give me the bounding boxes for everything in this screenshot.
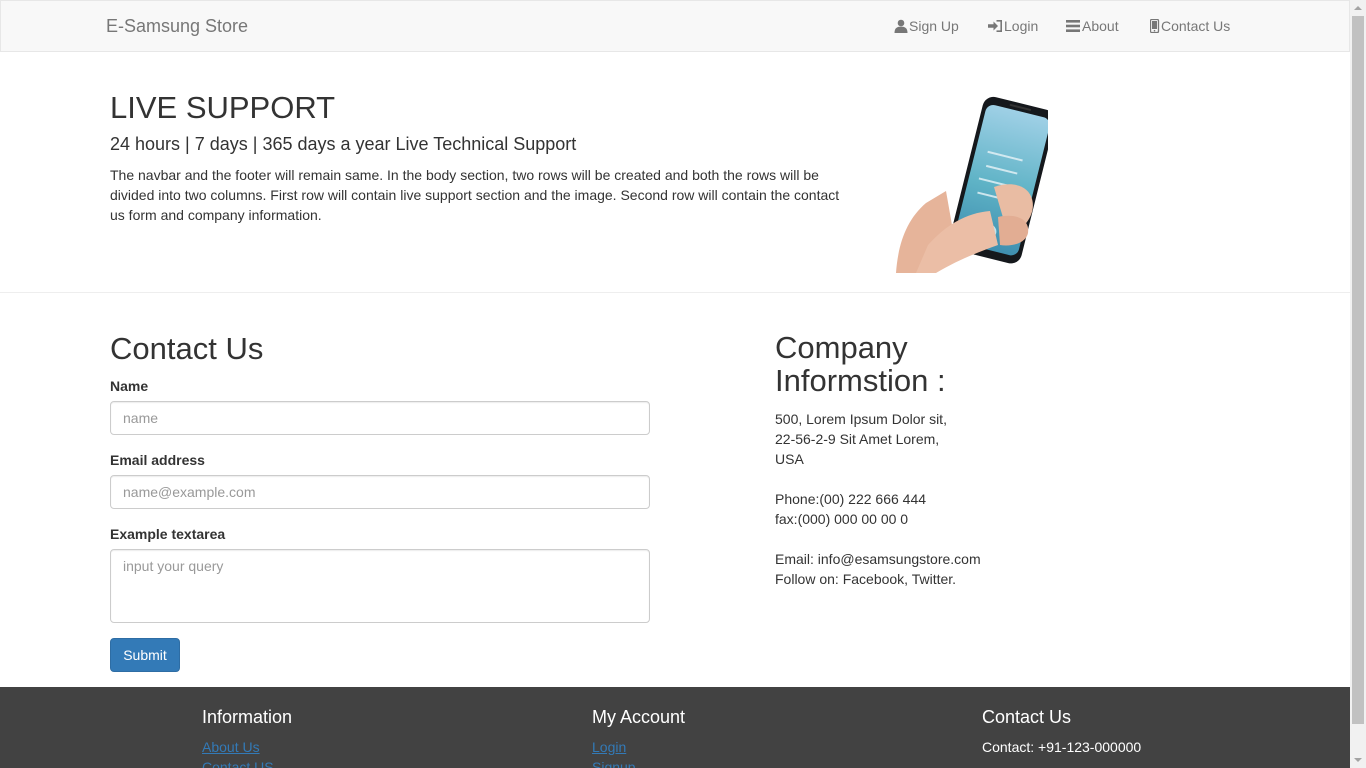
nav-about-label: About xyxy=(1082,18,1119,34)
company-address-line-2: 22-56-2-9 Sit Amet Lorem, xyxy=(775,431,940,447)
phone-in-hand-image xyxy=(896,96,1048,273)
company-address-line-3: USA xyxy=(775,451,804,467)
hero-description: The navbar and the footer will remain sa… xyxy=(110,167,840,223)
company-fax: fax:(000) 000 00 00 0 xyxy=(775,511,909,527)
query-textarea[interactable] xyxy=(110,549,650,623)
company-address-line-1: 500, Lorem Ipsum Dolor sit, xyxy=(775,411,947,427)
footer-link-contact-us[interactable]: Contact US xyxy=(202,759,274,768)
brand-link[interactable]: E-Samsung Store xyxy=(106,16,248,37)
scrollbar-thumb[interactable] xyxy=(1352,16,1364,724)
footer-link-signup[interactable]: Signup xyxy=(592,759,636,768)
page: E-Samsung Store Sign Up Login About Cont… xyxy=(0,0,1350,768)
section-divider xyxy=(0,292,1350,293)
scroll-up-arrow-icon[interactable] xyxy=(1350,0,1366,16)
company-social: Follow on: Facebook, Twitter. xyxy=(775,571,957,587)
nav-about[interactable]: About xyxy=(1066,18,1119,34)
nav-contact-us-label: Contact Us xyxy=(1161,18,1231,34)
company-spacer xyxy=(775,469,981,489)
name-label: Name xyxy=(110,378,149,394)
name-input[interactable] xyxy=(110,401,650,435)
submit-button[interactable]: Submit xyxy=(110,638,180,672)
footer-contact-title: Contact Us xyxy=(982,707,1072,727)
nav-login-label: Login xyxy=(1004,18,1039,34)
hero-subtitle: 24 hours | 7 days | 365 days a year Live… xyxy=(110,134,577,154)
user-icon xyxy=(894,19,908,33)
company-email: Email: info@esamsungstore.com xyxy=(775,551,981,567)
list-icon xyxy=(1066,20,1080,32)
footer-information-title: Information xyxy=(202,707,293,727)
scroll-down-arrow-icon[interactable] xyxy=(1350,752,1366,768)
footer-my-account-title: My Account xyxy=(592,707,686,727)
nav-sign-up[interactable]: Sign Up xyxy=(894,18,959,34)
phone-icon xyxy=(1150,19,1160,33)
hero-title: LIVE SUPPORT xyxy=(110,90,336,125)
textarea-label: Example textarea xyxy=(110,526,226,542)
footer-link-login[interactable]: Login xyxy=(592,739,626,755)
email-label: Email address xyxy=(110,452,205,468)
company-info: 500, Lorem Ipsum Dolor sit, 22-56-2-9 Si… xyxy=(775,409,981,589)
navbar: E-Samsung Store Sign Up Login About Cont… xyxy=(0,0,1350,52)
login-icon xyxy=(988,20,1002,32)
nav-sign-up-label: Sign Up xyxy=(909,18,959,34)
contact-form-title: Contact Us xyxy=(110,331,264,366)
footer-link-about-us[interactable]: About Us xyxy=(202,739,260,755)
company-phone: Phone:(00) 222 666 444 xyxy=(775,491,927,507)
nav-login[interactable]: Login xyxy=(988,18,1038,34)
footer: Information About Us Contact US My Accou… xyxy=(0,687,1350,768)
company-spacer xyxy=(775,529,981,549)
footer-contact-phone: Contact: +91-123-000000 xyxy=(982,739,1142,755)
company-info-title: Company Informstion : xyxy=(775,330,946,398)
email-input[interactable] xyxy=(110,475,650,509)
nav-contact-us[interactable]: Contact Us xyxy=(1150,18,1230,34)
